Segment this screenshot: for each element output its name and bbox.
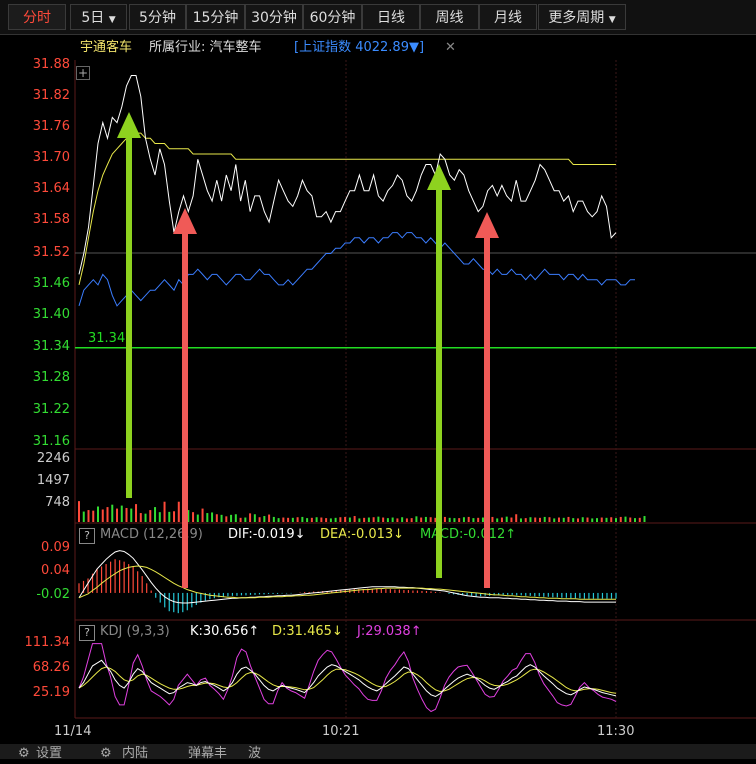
settings-button[interactable]: 设置 <box>36 744 62 764</box>
bottom-bar: ⚙ 设置 ⚙ 内陆 弹幕丰 波 <box>0 744 756 761</box>
kdj-j-line <box>78 643 617 713</box>
macd-dif-line <box>78 550 616 604</box>
price-line <box>78 75 617 275</box>
macd-dea-line <box>78 565 616 600</box>
gear-icon[interactable]: ⚙ <box>18 744 30 764</box>
intraday-chart[interactable] <box>0 0 756 744</box>
kdj-d-line <box>78 666 617 694</box>
average-price-line <box>78 132 616 286</box>
index-line <box>78 232 635 307</box>
red-arrow-2-shaft <box>484 232 490 588</box>
red-arrow-1-shaft <box>182 228 188 588</box>
red-arrow-2-head <box>475 212 499 238</box>
gear-icon[interactable]: ⚙ <box>100 744 112 764</box>
danmaku-button[interactable]: 弹幕丰 <box>188 744 227 764</box>
wave-button[interactable]: 波 <box>248 744 261 764</box>
green-arrow-1-shaft <box>126 132 132 498</box>
green-arrow-2-shaft <box>436 184 442 578</box>
inland-button[interactable]: 内陆 <box>122 744 148 764</box>
green-arrow-1-head <box>117 112 141 138</box>
ref-price-label: 31.34 <box>88 331 126 346</box>
zoom-plus-icon[interactable]: + <box>76 66 90 80</box>
